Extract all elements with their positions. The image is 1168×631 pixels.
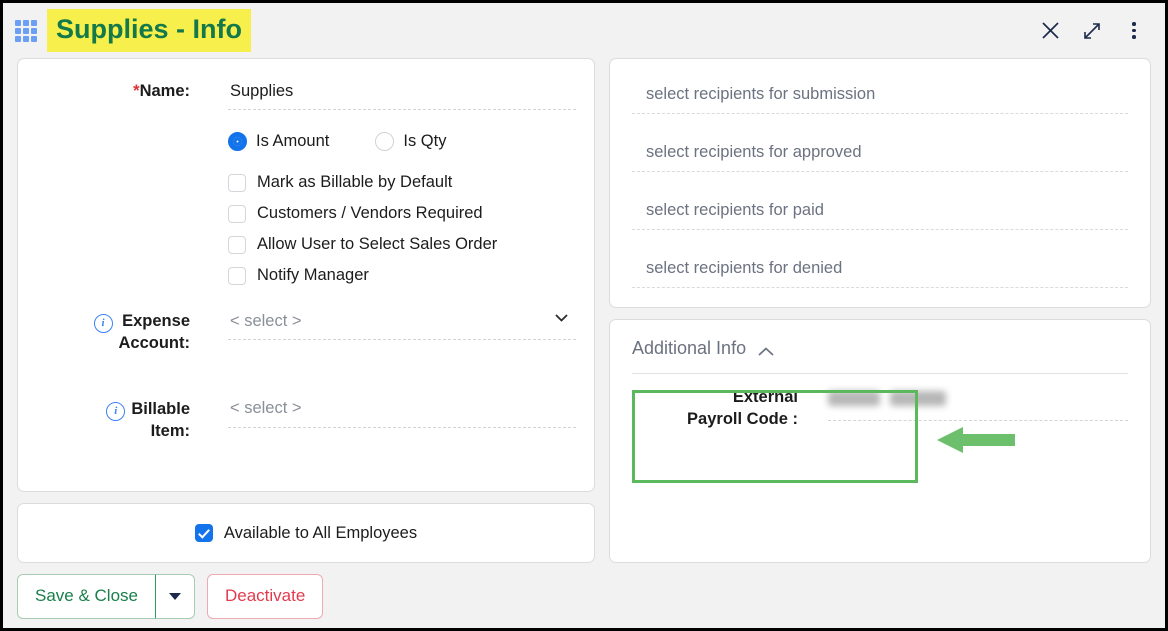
expense-account-label-text: Expense Account: xyxy=(119,310,191,355)
payroll-code-label-line2: Payroll Code : xyxy=(687,410,798,429)
right-column: select recipients for submission select … xyxy=(609,58,1151,563)
main-form-card: *Name: Supplies Is Amount Is Qty Mark as… xyxy=(17,58,595,492)
chevron-up-icon[interactable] xyxy=(758,344,774,356)
billable-item-row: i Billable Item: < select > xyxy=(18,395,576,443)
page-title-wrap: Supplies - Info xyxy=(47,9,251,52)
recipients-card: select recipients for submission select … xyxy=(609,58,1151,308)
save-and-close-button[interactable]: Save & Close xyxy=(17,574,155,619)
checkbox-row: Customers / Vendors Required xyxy=(228,204,576,223)
checkbox-available-all-employees-label: Available to All Employees xyxy=(223,523,418,542)
page-title: Supplies - Info xyxy=(47,9,251,52)
name-label: *Name: xyxy=(18,77,190,102)
payroll-code-row: External Payroll Code : xyxy=(632,380,1128,431)
close-icon[interactable] xyxy=(1033,14,1067,48)
billable-item-select[interactable]: < select > xyxy=(228,395,576,428)
dialog-window: Supplies - Info *Name: Supplies Is Amoun… xyxy=(0,0,1168,631)
amount-type-row: Is Amount Is Qty xyxy=(228,132,576,151)
checkbox-customers-vendors-required-label: Customers / Vendors Required xyxy=(257,204,483,222)
name-label-text: Name: xyxy=(139,82,190,100)
recipient-row-submission[interactable]: select recipients for submission xyxy=(632,79,1128,114)
dialog-body: *Name: Supplies Is Amount Is Qty Mark as… xyxy=(3,58,1165,563)
checkbox-mark-billable-label: Mark as Billable by Default xyxy=(257,173,453,191)
additional-info-title: Additional Info xyxy=(632,338,747,358)
billable-item-label-line2: Item: xyxy=(150,421,190,440)
dialog-footer: Save & Close Deactivate xyxy=(3,563,1165,619)
checkbox-notify-manager-label: Notify Manager xyxy=(257,266,369,284)
recipient-paid-placeholder: select recipients for paid xyxy=(646,201,824,219)
checkbox-row: Mark as Billable by Default xyxy=(228,173,576,192)
expand-icon[interactable] xyxy=(1075,14,1109,48)
radio-is-amount-label: Is Amount xyxy=(256,132,330,150)
name-value: Supplies xyxy=(230,81,294,100)
checkbox-allow-sales-order[interactable] xyxy=(228,235,246,254)
recipient-submission-placeholder: select recipients for submission xyxy=(646,85,876,103)
radio-is-qty[interactable] xyxy=(375,132,395,151)
more-options-icon[interactable] xyxy=(1117,14,1151,48)
checkbox-row: Notify Manager xyxy=(228,266,576,285)
info-icon[interactable]: i xyxy=(93,314,113,333)
payroll-code-label: External Payroll Code : xyxy=(632,380,798,431)
billable-item-value: < select > xyxy=(230,399,302,418)
name-input[interactable]: Supplies xyxy=(228,77,576,110)
expense-account-value: < select > xyxy=(230,311,302,330)
checkbox-customers-vendors-required[interactable] xyxy=(228,204,246,223)
available-all-row: Available to All Employees xyxy=(194,523,418,543)
checkbox-notify-manager[interactable] xyxy=(228,266,246,285)
recipient-denied-placeholder: select recipients for denied xyxy=(646,259,843,277)
expense-account-row: i Expense Account: < select > xyxy=(18,307,576,355)
expense-account-label-line2: Account: xyxy=(118,334,191,353)
checkbox-mark-billable[interactable] xyxy=(228,173,246,192)
expense-account-select[interactable]: < select > xyxy=(228,307,576,340)
additional-info-header[interactable]: Additional Info xyxy=(632,338,1128,373)
info-icon[interactable]: i xyxy=(106,401,126,421)
checkbox-row: Allow User to Select Sales Order xyxy=(228,235,576,254)
caret-down-icon xyxy=(169,592,181,600)
available-all-card: Available to All Employees xyxy=(17,503,595,563)
billable-item-label-line1: Billable xyxy=(131,399,190,418)
recipient-row-paid[interactable]: select recipients for paid xyxy=(632,195,1128,230)
expense-account-label-line1: Expense xyxy=(122,312,190,330)
amount-type-group: Is Amount Is Qty Mark as Billable by Def… xyxy=(228,132,576,285)
payroll-code-input[interactable] xyxy=(828,380,1128,421)
expense-account-label: i Expense Account: xyxy=(18,307,190,355)
radio-is-amount[interactable] xyxy=(228,132,247,151)
deactivate-button[interactable]: Deactivate xyxy=(207,574,324,619)
additional-info-card: Additional Info External Payroll Code : xyxy=(609,319,1151,563)
redacted-value xyxy=(890,390,946,406)
payroll-code-label-line1: External xyxy=(732,388,798,406)
checkbox-available-all-employees[interactable] xyxy=(194,524,213,542)
checkbox-allow-sales-order-label: Allow User to Select Sales Order xyxy=(257,235,498,253)
chevron-down-icon[interactable] xyxy=(555,309,568,322)
name-row: *Name: Supplies xyxy=(18,77,576,110)
save-dropdown-button[interactable] xyxy=(155,574,195,619)
dialog-header: Supplies - Info xyxy=(3,3,1165,58)
radio-is-qty-label: Is Qty xyxy=(403,132,447,150)
billable-item-label-text: Billable Item: xyxy=(131,398,190,443)
recipient-row-approved[interactable]: select recipients for approved xyxy=(632,137,1128,172)
left-column: *Name: Supplies Is Amount Is Qty Mark as… xyxy=(17,58,595,563)
grid-icon[interactable] xyxy=(15,19,37,42)
billable-item-label: i Billable Item: xyxy=(18,395,190,443)
save-split-button: Save & Close xyxy=(17,574,195,619)
payroll-code-wrap: External Payroll Code : xyxy=(632,374,1128,483)
recipient-row-denied[interactable]: select recipients for denied xyxy=(632,253,1128,288)
redacted-value xyxy=(828,390,880,406)
recipient-approved-placeholder: select recipients for approved xyxy=(646,143,862,161)
